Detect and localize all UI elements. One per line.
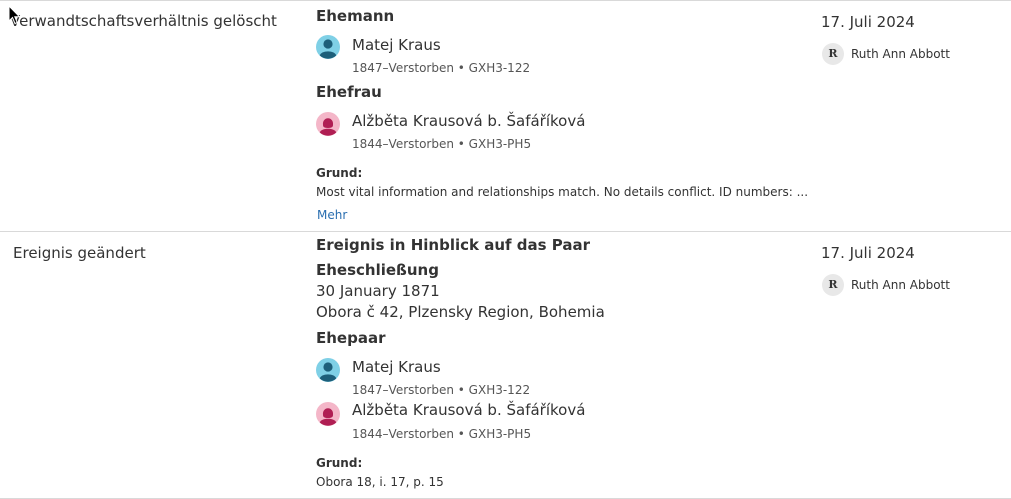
female-avatar-icon [316,112,340,136]
arrow-cursor-icon [8,5,21,25]
person-meta: 1847–Verstorben • GXH3-122 [352,61,531,75]
event-heading: Ereignis in Hinblick auf das Paar [316,236,590,254]
contributor-name-link[interactable]: Ruth Ann Abbott [851,278,950,292]
user-avatar-badge: R [822,274,844,296]
event-name: Eheschließung [316,261,439,279]
person-name-link[interactable]: Matej Kraus [352,358,441,376]
person-meta: 1844–Verstorben • GXH3-PH5 [352,427,532,441]
couple-heading: Ehepaar [316,329,386,347]
change-date: 17. Juli 2024 [821,244,915,262]
reason-text: Most vital information and relationships… [316,185,809,199]
reason-text: Obora 18, i. 17, p. 15 [316,475,444,489]
change-entry-relationship-deleted: Verwandtschaftsverhältnis gelöscht Ehema… [0,0,1011,232]
reason-label: Grund: [316,166,363,180]
change-date: 17. Juli 2024 [821,13,915,31]
contributor-name-link[interactable]: Ruth Ann Abbott [851,47,950,61]
person-name-link[interactable]: Alžběta Krausová b. Šafáříková [352,112,585,130]
husband-heading: Ehemann [316,7,395,25]
change-entry-event-modified: Ereignis geändert Ereignis in Hinblick a… [0,231,1011,499]
wife-heading: Ehefrau [316,83,382,101]
person-name-link[interactable]: Matej Kraus [352,36,441,54]
person-name-link[interactable]: Alžběta Krausová b. Šafáříková [352,401,585,419]
event-date: 30 January 1871 [316,282,440,300]
female-avatar-icon [316,402,340,426]
more-link[interactable]: Mehr [317,208,347,222]
user-avatar-badge: R [822,43,844,65]
person-meta: 1844–Verstorben • GXH3-PH5 [352,137,532,151]
change-type: Verwandtschaftsverhältnis gelöscht [10,12,277,30]
change-type: Ereignis geändert [13,244,146,262]
male-avatar-icon [316,358,340,382]
reason-label: Grund: [316,456,363,470]
male-avatar-icon [316,35,340,59]
person-meta: 1847–Verstorben • GXH3-122 [352,383,531,397]
event-place: Obora č 42, Plzensky Region, Bohemia [316,303,605,321]
